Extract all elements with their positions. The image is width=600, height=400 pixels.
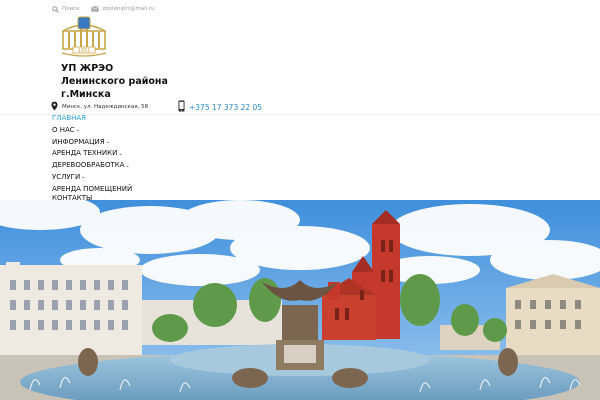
email-text: zooleniprr@mail.ru	[102, 6, 155, 12]
envelope-icon	[91, 6, 100, 12]
phone-text: +375 17 373 22 05	[189, 102, 263, 112]
nav-item-label: О НАС	[52, 125, 75, 134]
chevron-down-icon: ⌄	[81, 174, 86, 181]
mobile-phone-icon	[178, 100, 185, 114]
chevron-down-icon: ⌄	[118, 150, 123, 157]
address-block: Минск, ул. Надеждинская, 58	[51, 101, 148, 113]
nav-item-equipment-rental[interactable]: АРЕНДА ТЕХНИКИ ⌄	[52, 148, 202, 160]
nav-item-label: АРЕНДА ТЕХНИКИ	[52, 149, 118, 158]
nav-item-label: ИНФОРМАЦИЯ	[52, 137, 105, 146]
logo-year: 1951	[78, 48, 91, 54]
address-text: Минск, ул. Надеждинская, 58	[62, 104, 149, 110]
nav-item-information[interactable]: ИНФОРМАЦИЯ ⌄	[52, 137, 202, 149]
org-title-line-2: Ленинского района	[61, 76, 168, 87]
nav-item-label: ГЛАВНАЯ	[52, 114, 87, 122]
search-icon	[52, 5, 59, 13]
nav-item-home[interactable]: ГЛАВНАЯ	[52, 113, 202, 125]
nav-item-premises-rental[interactable]: АРЕНДА ПОМЕЩЕНИЙ	[52, 185, 202, 194]
chevron-down-icon: ⌄	[125, 162, 130, 169]
organization-title: УП ЖРЭО Ленинского района г.Минска	[61, 62, 171, 101]
nav-item-label: АРЕНДА ПОМЕЩЕНИЙ	[52, 184, 133, 193]
nav-item-about[interactable]: О НАС ⌄	[52, 125, 202, 137]
nav-item-services[interactable]: УСЛУГИ ⌄	[52, 172, 202, 184]
org-title-line-1: УП ЖРЭО	[61, 63, 114, 74]
nav-item-label: ДЕРЕВООБРАБОТКА	[52, 161, 125, 170]
phone-block[interactable]: +375 17 373 22 05	[178, 100, 262, 114]
hero-illustration	[0, 200, 600, 400]
top-bar: Поиск zooleniprr@mail.ru	[52, 4, 155, 14]
chevron-down-icon: ⌄	[105, 138, 110, 145]
nav-item-label: УСЛУГИ	[52, 172, 81, 181]
hero-banner	[0, 200, 600, 400]
nav-item-woodworking[interactable]: ДЕРЕВООБРАБОТКА ⌄	[52, 160, 202, 172]
chevron-down-icon: ⌄	[75, 127, 80, 134]
main-navigation: ГЛАВНАЯ О НАС ⌄ ИНФОРМАЦИЯ ⌄ АРЕНДА ТЕХН…	[52, 113, 202, 203]
search-label: Поиск	[62, 6, 80, 12]
site-logo[interactable]: 1951	[58, 15, 110, 59]
org-title-line-3: г.Минска	[61, 89, 111, 100]
map-pin-icon	[51, 101, 58, 113]
email-link[interactable]: zooleniprr@mail.ru	[91, 6, 155, 12]
search-link[interactable]: Поиск	[52, 5, 80, 13]
